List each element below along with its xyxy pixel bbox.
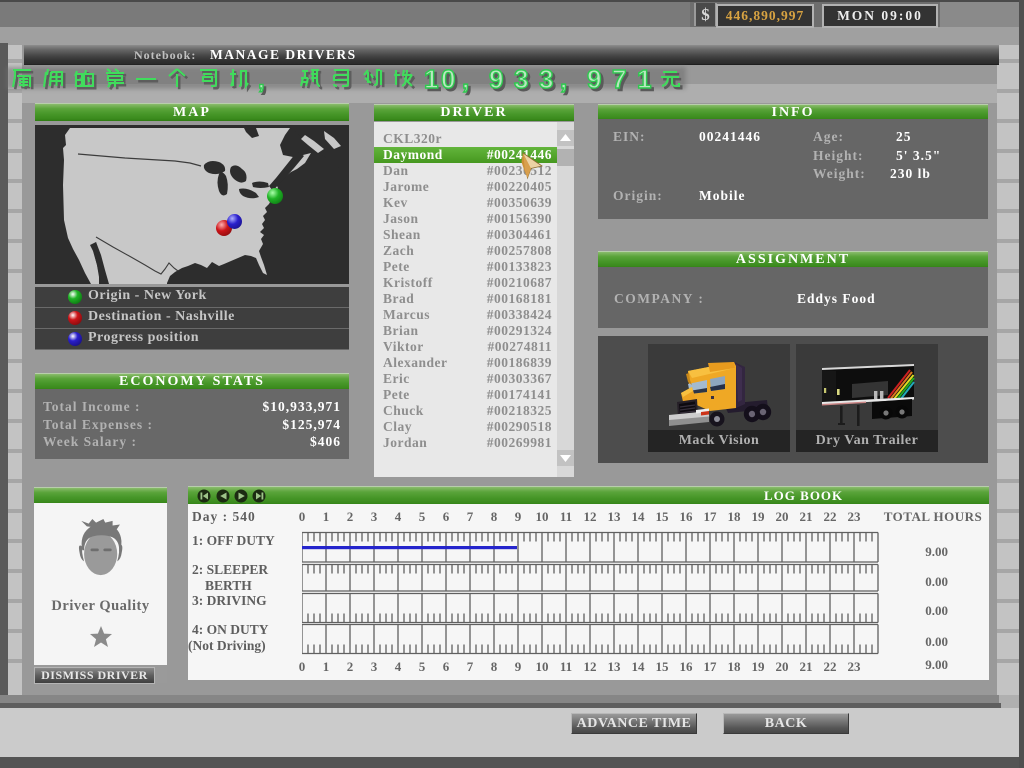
- svg-text:3: 3: [539, 64, 553, 94]
- svg-text:3: 3: [514, 64, 528, 94]
- svg-text:0: 0: [441, 64, 455, 94]
- svg-text:7: 7: [612, 64, 626, 94]
- svg-text:,: ,: [258, 67, 265, 94]
- svg-text:,: ,: [560, 64, 567, 94]
- svg-text:1: 1: [637, 64, 651, 94]
- svg-text:9: 9: [587, 64, 601, 94]
- svg-text:9: 9: [489, 64, 503, 94]
- svg-text:1: 1: [424, 64, 438, 94]
- svg-text:,: ,: [462, 64, 469, 94]
